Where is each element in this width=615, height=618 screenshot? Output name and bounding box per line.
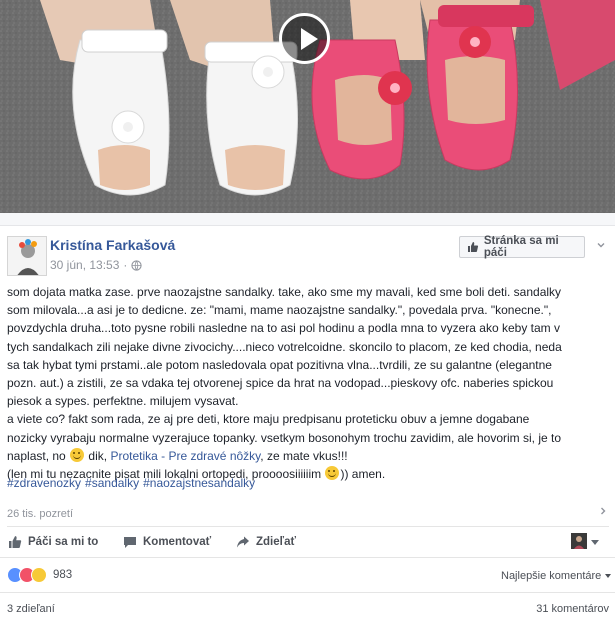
post-text-line: a viete co? fakt som rada, ze aj pre det… — [7, 412, 530, 427]
line10-pre: naplast, no — [7, 448, 66, 463]
comment-sort-dropdown[interactable]: Najlepšie komentáre — [501, 570, 612, 582]
post-text-line: povzdychla druha...toto pysne robili nas… — [7, 321, 561, 336]
post-text-line: naplast, no dik, Protetika - Pre zdravé … — [7, 447, 609, 465]
post-text-line: som milovala...a asi je to dedicne. ze: … — [7, 303, 552, 318]
share-label: Zdieľať — [256, 536, 296, 548]
divider — [0, 557, 615, 558]
play-icon[interactable] — [279, 13, 330, 64]
smile-emoji-icon — [325, 466, 340, 481]
divider — [0, 592, 615, 593]
share-count[interactable]: 3 zdieľaní — [7, 603, 55, 615]
video-player[interactable] — [0, 0, 615, 213]
hashtag-link[interactable]: #naozajstnesandalky — [143, 476, 255, 490]
line10-mid: dik, — [88, 448, 108, 463]
post-text-line: nozicky vyrabaju normalne vyzerajuce top… — [7, 430, 562, 445]
comment-sort-label: Najlepšie komentáre — [501, 570, 602, 582]
chevron-right-icon[interactable] — [598, 506, 608, 516]
meta-separator: · — [123, 258, 128, 272]
comment-icon — [124, 537, 136, 548]
globe-icon — [131, 259, 143, 271]
divider — [7, 526, 609, 527]
like-button[interactable]: Páči sa mi to — [8, 535, 98, 549]
like-label: Páči sa mi to — [28, 536, 99, 548]
hashtags: #zdravenozky #sandalky #naozajstnesandal… — [7, 476, 255, 490]
post-options-chevron-icon[interactable] — [596, 240, 606, 250]
post-text-line: piesok a sypes. perfektne. milujem vysav… — [7, 394, 239, 409]
hashtag-link[interactable]: #sandalky — [85, 476, 139, 490]
share-button[interactable]: Zdieľať — [236, 535, 296, 549]
post-text: som dojata matka zase. prve naozajstne s… — [7, 283, 609, 483]
author-avatar[interactable] — [7, 236, 47, 276]
like-page-label: Stránka sa mi páči — [483, 235, 559, 259]
reaction-summary[interactable]: 983 — [7, 567, 72, 583]
view-count: 26 tis. pozretí — [7, 508, 74, 520]
post-text-line: tych sandalkach zili nejake divne zivoci… — [7, 339, 562, 354]
share-arrow-icon — [237, 536, 249, 548]
haha-reaction-icon — [31, 567, 47, 583]
viewer-avatar-image — [571, 533, 587, 549]
caret-down-icon — [605, 574, 612, 578]
comment-count[interactable]: 31 komentárov — [536, 603, 609, 615]
smile-emoji-icon — [70, 447, 85, 462]
comment-button[interactable]: Komentovať — [123, 535, 211, 549]
post-text-line: sa tak hybat tymi prstami..ale potom nas… — [7, 357, 552, 372]
protetika-page-link[interactable]: Protetika - Pre zdravé nôžky — [110, 449, 260, 463]
post-text-line: pozn. aut.) a zistili, ze sa vdaka tej o… — [7, 376, 554, 391]
reaction-count: 983 — [53, 569, 73, 581]
line10-post: , ze mate vkus!!! — [260, 448, 348, 463]
comment-label: Komentovať — [143, 536, 212, 548]
post-text-line: som dojata matka zase. prve naozajstne s… — [7, 285, 562, 299]
chevron-down-icon[interactable] — [591, 540, 599, 545]
post-date[interactable]: 30 jún, 13:53 — [50, 258, 119, 272]
thumbs-up-icon — [467, 242, 479, 252]
thumbs-up-icon — [9, 536, 22, 548]
hashtag-link[interactable]: #zdravenozky — [7, 476, 81, 490]
like-page-button[interactable]: Stránka sa mi páči — [459, 235, 585, 259]
author-name[interactable]: Kristína Farkašová — [50, 237, 175, 253]
post-meta: 30 jún, 13:53 · — [50, 258, 143, 272]
viewer-avatar[interactable] — [571, 533, 587, 549]
media-divider — [0, 213, 615, 226]
line11-post: )) amen. — [340, 467, 386, 482]
avatar-image — [8, 237, 46, 275]
